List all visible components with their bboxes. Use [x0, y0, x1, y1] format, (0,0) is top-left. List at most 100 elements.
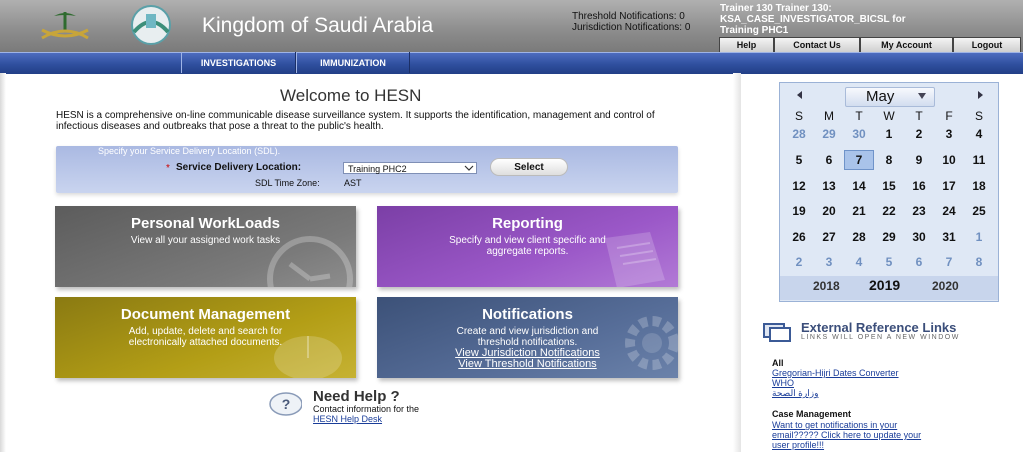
- tile-desc-1: Add, update, delete and search for: [128, 326, 283, 337]
- sdl-select[interactable]: Training PHC2: [343, 162, 477, 174]
- year-next[interactable]: 2020: [932, 279, 959, 293]
- profile-update-link-line3[interactable]: user profile!!!: [772, 440, 824, 450]
- calendar-day[interactable]: 22: [874, 201, 904, 221]
- saudi-emblem-logo: [41, 12, 89, 40]
- calendar-day[interactable]: 11: [964, 150, 994, 170]
- chevron-down-icon: [464, 165, 474, 171]
- tile-desc-1: Create and view jurisdiction and: [456, 326, 599, 337]
- prev-month-icon[interactable]: [795, 90, 805, 100]
- calendar-day[interactable]: 21: [844, 201, 874, 221]
- calendar-day[interactable]: 30: [844, 124, 874, 144]
- calendar-day[interactable]: 3: [934, 124, 964, 144]
- calendar-day[interactable]: 2: [784, 252, 814, 272]
- calendar-day[interactable]: 1: [874, 124, 904, 144]
- calendar-day[interactable]: 1: [964, 227, 994, 247]
- year-current[interactable]: 2019: [869, 277, 900, 293]
- site-title: Kingdom of Saudi Arabia: [202, 14, 434, 37]
- calendar-day[interactable]: 9: [904, 150, 934, 170]
- calendar-day[interactable]: 7: [934, 252, 964, 272]
- external-links-subtitle: LINKS WILL OPEN A NEW WINDOW: [801, 334, 960, 341]
- calendar-day[interactable]: 17: [934, 176, 964, 196]
- question-icon: ?: [269, 392, 302, 416]
- select-button[interactable]: Select: [490, 158, 568, 176]
- ministry-link[interactable]: وزارة الصحة: [772, 388, 818, 398]
- document-management-tile[interactable]: Document Management Add, update, delete …: [55, 297, 356, 378]
- calendar-day[interactable]: 16: [904, 176, 934, 196]
- profile-update-link-line2[interactable]: email????? Click here to update your: [772, 430, 921, 440]
- calendar-day[interactable]: 14: [844, 176, 874, 196]
- threshold-count: Threshold Notifications: 0: [572, 11, 685, 22]
- calendar-day[interactable]: 5: [874, 252, 904, 272]
- calendar-day[interactable]: 29: [814, 124, 844, 144]
- calendar-day[interactable]: 3: [814, 252, 844, 272]
- my-account-link[interactable]: My Account: [860, 37, 953, 52]
- tab-investigations[interactable]: INVESTIGATIONS: [181, 52, 296, 73]
- notification-counts: Threshold Notifications: 0 Jurisdiction …: [572, 11, 690, 33]
- calendar-day[interactable]: 26: [784, 227, 814, 247]
- calendar-day[interactable]: 28: [784, 124, 814, 144]
- calendar-day[interactable]: 24: [934, 201, 964, 221]
- calendar-day[interactable]: 8: [964, 252, 994, 272]
- tile-title: Document Management: [120, 306, 291, 323]
- intro-text: HESN is a comprehensive on-line communic…: [56, 110, 655, 132]
- calendar-day[interactable]: 12: [784, 176, 814, 196]
- calendar-day[interactable]: 20: [814, 201, 844, 221]
- calendar-day[interactable]: 15: [874, 176, 904, 196]
- sdl-label: Service Delivery Location:: [176, 162, 302, 173]
- dow-wed: W: [883, 109, 895, 123]
- view-threshold-notifications-link[interactable]: View Threshold Notifications: [377, 359, 678, 370]
- calendar-day[interactable]: 29: [874, 227, 904, 247]
- tile-desc: View all your assigned work tasks: [130, 235, 281, 246]
- required-mark: *: [166, 163, 170, 174]
- tab-immunization[interactable]: IMMUNIZATION: [296, 52, 410, 73]
- notifications-tile[interactable]: Notifications Create and view jurisdicti…: [377, 297, 678, 378]
- calendar-day[interactable]: 6: [814, 150, 844, 170]
- calendar-day[interactable]: 2: [904, 124, 934, 144]
- dow-sat: S: [974, 109, 983, 123]
- tz-value: AST: [344, 178, 362, 188]
- calendar-day[interactable]: 10: [934, 150, 964, 170]
- user-role: KSA_CASE_INVESTIGATOR_BICSL for: [720, 14, 906, 25]
- tile-title: Personal WorkLoads: [131, 215, 280, 232]
- calendar-day[interactable]: 18: [964, 176, 994, 196]
- calendar-day[interactable]: 28: [844, 227, 874, 247]
- year-prev[interactable]: 2018: [813, 279, 840, 293]
- monitor-icon: [763, 323, 791, 342]
- tile-desc-2: aggregate reports.: [486, 246, 569, 257]
- calendar-day[interactable]: 4: [844, 252, 874, 272]
- ministry-logo: [131, 5, 171, 45]
- calendar-day[interactable]: 7: [844, 150, 874, 170]
- hijri-converter-link[interactable]: Gregorian-Hijri Dates Converter: [772, 368, 899, 378]
- calendar-day[interactable]: 6: [904, 252, 934, 272]
- calendar-day[interactable]: 27: [814, 227, 844, 247]
- calendar-day[interactable]: 5: [784, 150, 814, 170]
- dow-sun: S: [794, 109, 803, 123]
- calendar-day[interactable]: 31: [934, 227, 964, 247]
- user-name: Trainer 130 Trainer 130:: [720, 3, 832, 14]
- user-info: Trainer 130 Trainer 130: KSA_CASE_INVEST…: [720, 3, 1020, 36]
- calendar-day[interactable]: 19: [784, 201, 814, 221]
- next-month-icon[interactable]: [975, 90, 985, 100]
- dow-tue: T: [855, 109, 863, 123]
- user-location: Training PHC1: [720, 25, 789, 36]
- logout-link[interactable]: Logout: [953, 37, 1021, 52]
- reporting-tile[interactable]: Reporting Specify and view client specif…: [377, 206, 678, 287]
- help-link[interactable]: Help: [719, 37, 774, 52]
- calendar-day[interactable]: 13: [814, 176, 844, 196]
- calendar-day[interactable]: 30: [904, 227, 934, 247]
- help-desk-link[interactable]: HESN Help Desk: [313, 414, 382, 424]
- tile-title: Reporting: [492, 215, 563, 232]
- contact-us-link[interactable]: Contact Us: [774, 37, 860, 52]
- dow-fri: F: [945, 109, 953, 123]
- calendar-day[interactable]: 8: [874, 150, 904, 170]
- case-management-label: Case Management: [772, 409, 852, 419]
- who-link[interactable]: WHO: [772, 378, 794, 388]
- all-label: All: [772, 358, 784, 368]
- profile-update-link-line1[interactable]: Want to get notifications in your: [772, 420, 897, 430]
- calendar-day[interactable]: 25: [964, 201, 994, 221]
- external-links-title: External Reference Links: [801, 320, 957, 335]
- calendar-day[interactable]: 23: [904, 201, 934, 221]
- personal-workloads-tile[interactable]: Personal WorkLoads View all your assigne…: [55, 206, 356, 287]
- calendar-day[interactable]: 4: [964, 124, 994, 144]
- top-links: Help Contact Us My Account Logout: [719, 37, 1021, 52]
